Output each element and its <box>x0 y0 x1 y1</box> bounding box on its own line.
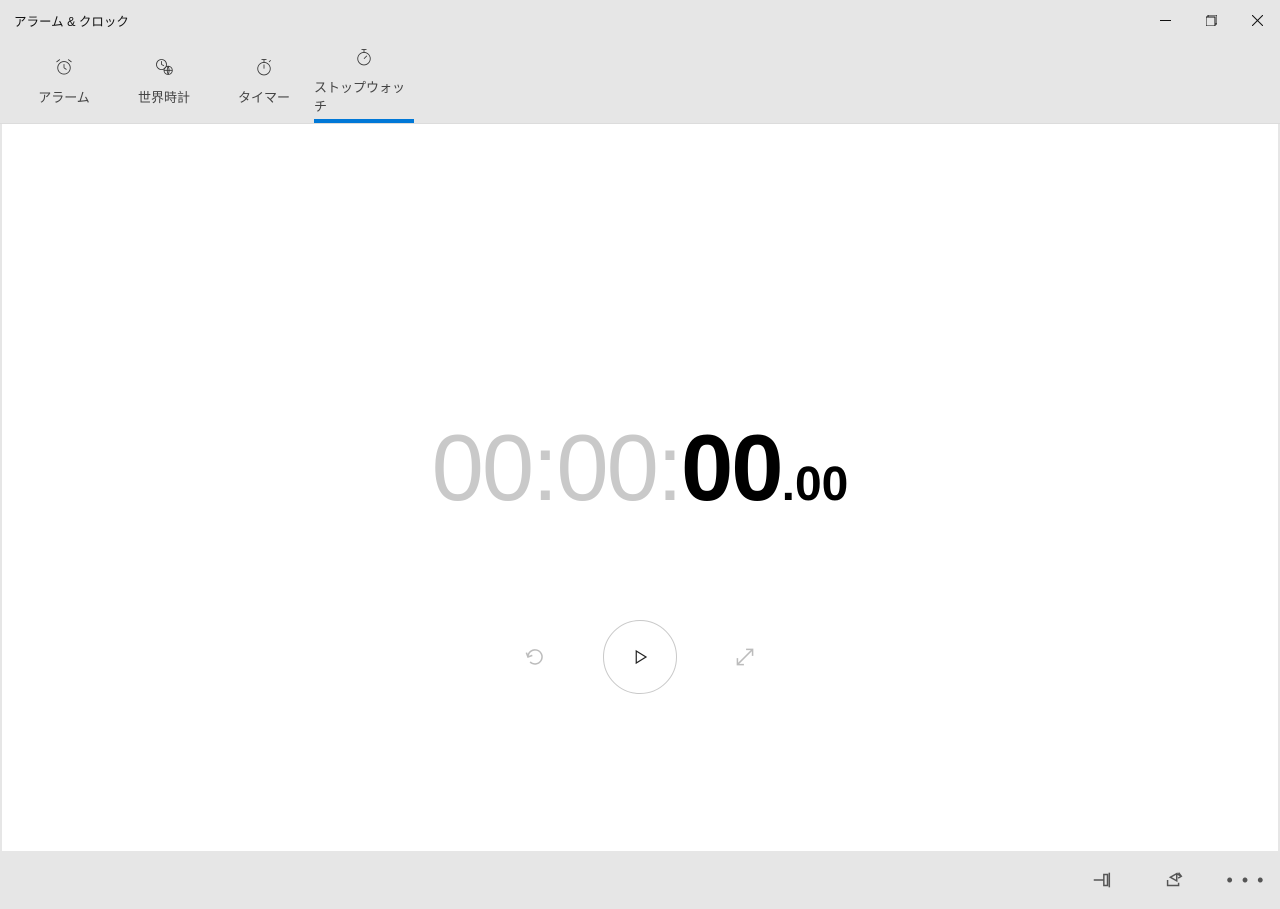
time-colon: : <box>657 414 681 522</box>
tab-alarm[interactable]: アラーム <box>14 39 114 123</box>
stopwatch-seconds: 00 <box>681 414 782 522</box>
stopwatch-time-display: 00 : 00 : 00 . 00 <box>2 414 1278 522</box>
tab-timer[interactable]: タイマー <box>214 39 314 123</box>
close-icon <box>1252 15 1263 26</box>
reset-button[interactable] <box>515 637 555 677</box>
title-bar: アラーム & クロック <box>0 0 1280 40</box>
stopwatch-canvas: 00 : 00 : 00 . 00 <box>2 124 1278 851</box>
play-icon <box>631 648 649 666</box>
close-button[interactable] <box>1234 0 1280 40</box>
tab-worldclock[interactable]: 世界時計 <box>114 39 214 123</box>
stopwatch-controls <box>2 620 1278 694</box>
maximize-icon <box>1206 15 1217 26</box>
time-dot: . <box>782 457 795 512</box>
minimize-icon <box>1160 15 1171 26</box>
window-controls <box>1142 0 1280 40</box>
more-button[interactable]: • • • <box>1222 856 1270 904</box>
minimize-button[interactable] <box>1142 0 1188 40</box>
maximize-button[interactable] <box>1188 0 1234 40</box>
worldclock-icon <box>154 57 174 77</box>
alarm-icon <box>54 57 74 77</box>
more-icon: • • • <box>1227 870 1266 891</box>
timer-icon <box>254 57 274 77</box>
reset-icon <box>522 644 548 670</box>
tab-label: 世界時計 <box>138 87 190 106</box>
expand-button[interactable] <box>725 637 765 677</box>
tab-bar: アラーム 世界時計 タイマー ストップウォッチ <box>0 40 1280 124</box>
stopwatch-hours: 00 <box>432 414 533 522</box>
app-window: アラーム & クロック アラーム <box>0 0 1280 909</box>
tab-stopwatch[interactable]: ストップウォッチ <box>314 39 414 123</box>
stopwatch-icon <box>354 47 374 67</box>
time-colon: : <box>532 414 556 522</box>
start-button[interactable] <box>603 620 677 694</box>
pin-button[interactable] <box>1078 856 1126 904</box>
command-bar: • • • <box>0 851 1280 909</box>
stopwatch-hundredths: 00 <box>795 457 848 512</box>
pin-icon <box>1091 869 1113 891</box>
expand-icon <box>732 644 758 670</box>
share-button[interactable] <box>1150 856 1198 904</box>
tab-label: アラーム <box>38 87 90 106</box>
stopwatch-minutes: 00 <box>556 414 657 522</box>
tab-label: タイマー <box>238 87 290 106</box>
window-title: アラーム & クロック <box>14 11 129 30</box>
share-icon <box>1163 869 1185 891</box>
tab-label: ストップウォッチ <box>314 77 414 115</box>
